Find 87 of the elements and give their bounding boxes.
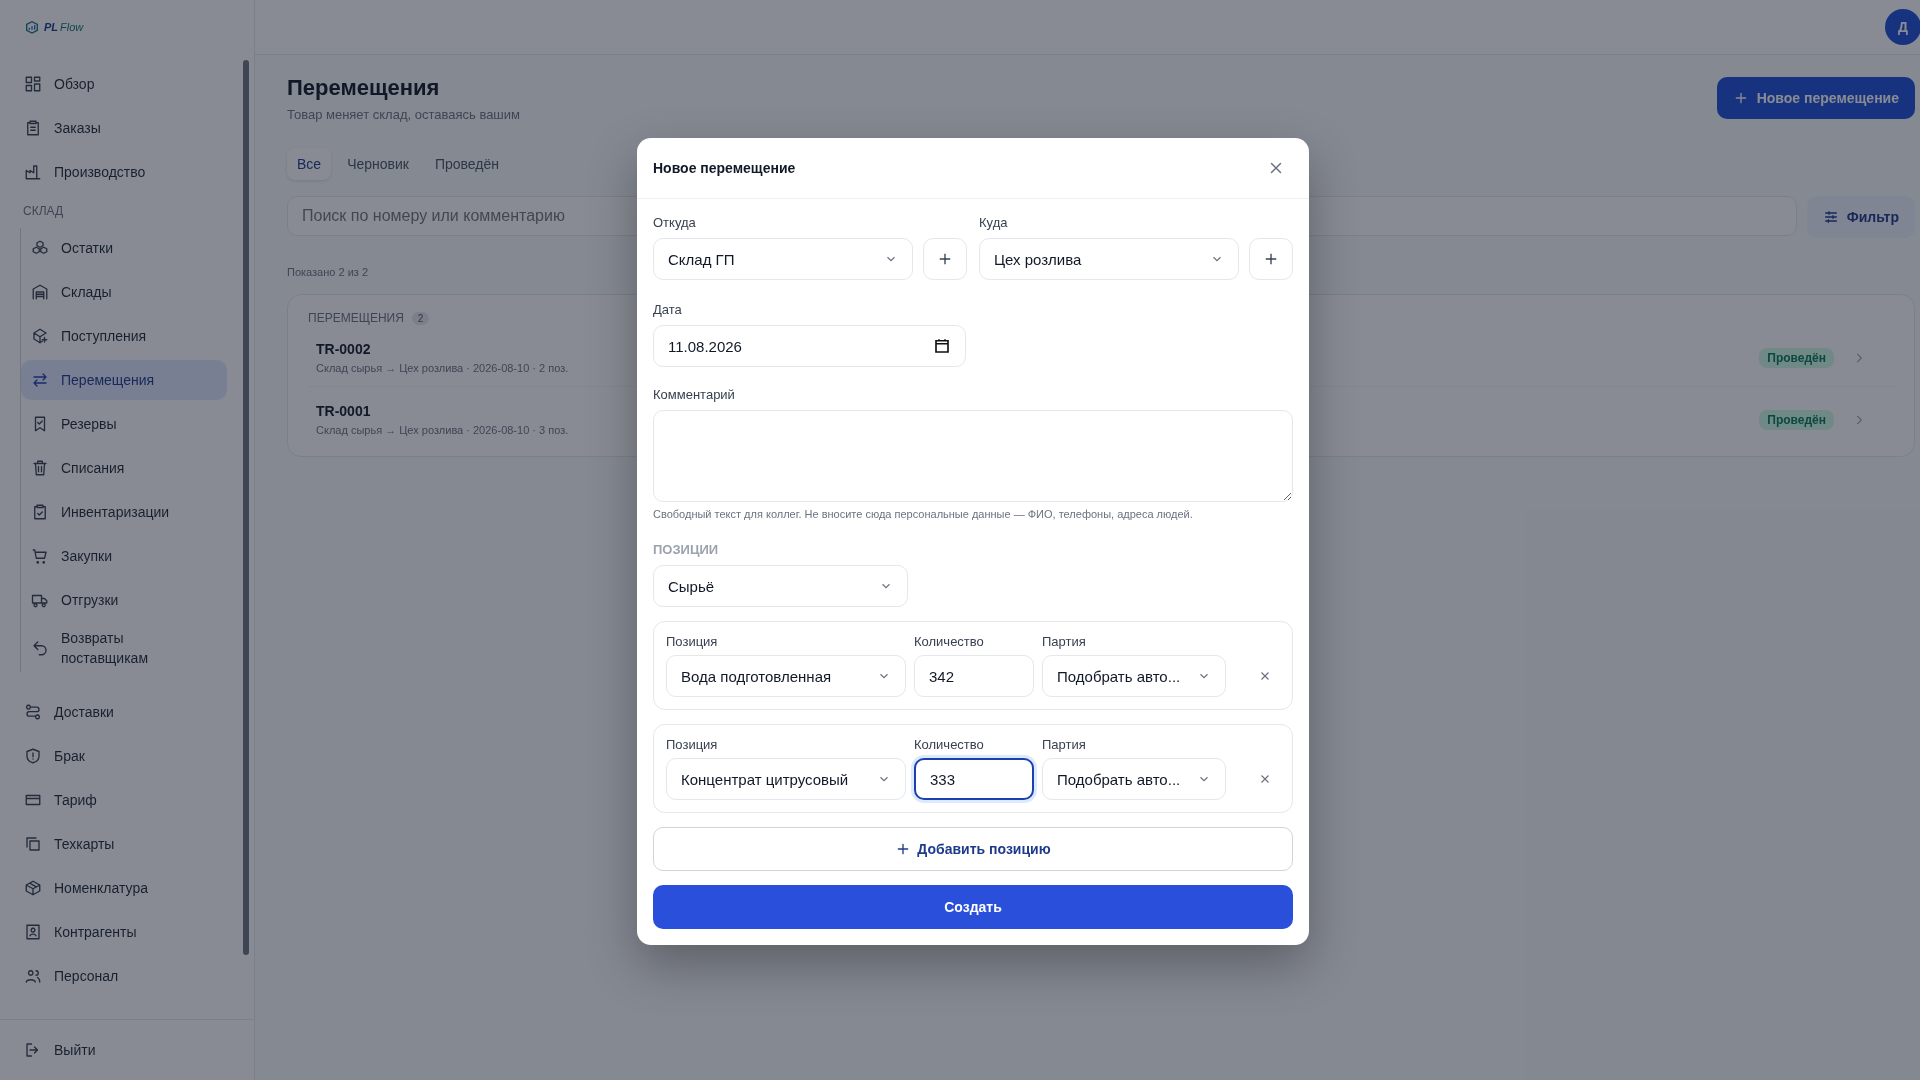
- users-icon: [24, 967, 42, 985]
- sidebar-item[interactable]: Склады: [21, 272, 227, 312]
- comment-field[interactable]: [653, 410, 1293, 502]
- field-label: Количество: [914, 737, 985, 752]
- sidebar-item[interactable]: Контрагенты: [20, 912, 206, 952]
- clipboard-check-icon: [31, 503, 49, 521]
- batch-select[interactable]: Подобрать авто...: [1042, 758, 1226, 800]
- sidebar-item[interactable]: Номенклатура: [20, 868, 206, 908]
- transfer-number: TR-0001: [316, 403, 371, 419]
- date-field[interactable]: 11.08.2026: [653, 325, 966, 367]
- quantity-field[interactable]: 333: [914, 758, 1034, 800]
- sidebar-item[interactable]: Обзор: [20, 64, 206, 104]
- create-button[interactable]: Создать: [653, 885, 1293, 929]
- sidebar-item[interactable]: Тариф: [20, 780, 206, 820]
- quantity-field[interactable]: 342: [914, 655, 1034, 697]
- category-select[interactable]: Сырьё: [653, 565, 908, 607]
- new-transfer-button[interactable]: Новое перемещение: [1716, 77, 1915, 119]
- field-label: Партия: [1042, 634, 1087, 649]
- field-label: Дата: [653, 302, 683, 317]
- logout-item[interactable]: Выйти: [20, 1030, 206, 1070]
- route-icon: [24, 703, 42, 721]
- field-label: Откуда: [653, 215, 697, 230]
- shield-icon: [24, 747, 42, 765]
- page-title: Перемещения: [287, 75, 441, 101]
- sidebar-item[interactable]: Производство: [20, 152, 206, 192]
- avatar[interactable]: Д: [1885, 9, 1920, 45]
- result-count: Показано 2 из 2: [287, 266, 369, 278]
- warehouse-icon: [31, 283, 49, 301]
- sidebar-item[interactable]: Резервы: [21, 404, 227, 444]
- position-select[interactable]: Вода подготовленная: [666, 655, 906, 697]
- field-label: Количество: [914, 634, 985, 649]
- add-position-button[interactable]: Добавить позицию: [653, 827, 1293, 871]
- field-label: Куда: [979, 215, 1009, 230]
- batch-select[interactable]: Подобрать авто...: [1042, 655, 1226, 697]
- cart-icon: [31, 547, 49, 565]
- sidebar-item[interactable]: Возвраты поставщикам: [21, 624, 227, 672]
- sidebar-item[interactable]: Отгрузки: [21, 580, 227, 620]
- field-hint: Свободный текст для коллег. Не вносите сюда персональные данные — ФИО, телефоны, адреса людей.: [653, 508, 1194, 520]
- position-select[interactable]: Концентрат цитрусовый: [666, 758, 906, 800]
- sliders-icon: [1822, 209, 1839, 225]
- cubes-icon: [31, 239, 49, 257]
- page-subtitle: Товар меняет склад, оставаясь вашим: [287, 107, 520, 122]
- logo-icon: [24, 19, 40, 35]
- transfer-details: Склад сырья → Цех розлива · 2026-08-10 · 3 поз.: [316, 424, 569, 436]
- logo[interactable]: PL Flow: [0, 0, 254, 54]
- section-title: СКЛАД: [23, 203, 65, 220]
- tab[interactable]: Все: [287, 148, 332, 180]
- sidebar-item[interactable]: Остатки: [21, 228, 227, 268]
- scrollbar[interactable]: [243, 60, 249, 955]
- box-icon: [31, 327, 49, 345]
- undo-icon: [31, 639, 49, 657]
- arrows-icon: [31, 371, 49, 389]
- sidebar-item[interactable]: Инвентаризации: [21, 492, 227, 532]
- sidebar-item[interactable]: Техкарты: [20, 824, 206, 864]
- tab[interactable]: Черновик: [337, 148, 419, 180]
- sidebar-item[interactable]: Закупки: [21, 536, 227, 576]
- sidebar-item[interactable]: Брак: [20, 736, 206, 776]
- sidebar-item[interactable]: Поступления: [21, 316, 227, 356]
- field-label: Позиция: [666, 634, 719, 649]
- trash-icon: [31, 459, 49, 477]
- clipboard-icon: [24, 119, 42, 137]
- contact-icon: [24, 923, 42, 941]
- sidebar-item[interactable]: Заказы: [20, 108, 206, 148]
- count-badge: 2: [411, 311, 430, 325]
- field-label: Комментарий: [653, 387, 736, 402]
- dialog-title: Новое перемещение: [653, 160, 796, 176]
- section-title: ПОЗИЦИИ: [653, 542, 720, 557]
- factory-icon: [24, 163, 42, 181]
- field-label: Позиция: [666, 737, 719, 752]
- field-label: Партия: [1042, 737, 1087, 752]
- sidebar-item[interactable]: Доставки: [20, 692, 206, 732]
- copy-icon: [24, 835, 42, 853]
- list-heading: ПЕРЕМЕЩЕНИЯ: [308, 311, 404, 325]
- transfer-number: TR-0002: [316, 341, 371, 357]
- sidebar-item[interactable]: Перемещения: [21, 360, 227, 400]
- sidebar-item[interactable]: Персонал: [20, 956, 206, 996]
- status-badge: Проведён: [1759, 409, 1834, 430]
- select-field[interactable]: Цех розлива: [979, 238, 1239, 280]
- status-badge: Проведён: [1759, 347, 1834, 368]
- tab[interactable]: Проведён: [424, 148, 510, 180]
- filter-button[interactable]: Фильтр: [1806, 196, 1915, 238]
- calendar-icon[interactable]: [933, 337, 951, 355]
- sidebar-item[interactable]: Списания: [21, 448, 227, 488]
- select-field[interactable]: Склад ГП: [653, 238, 913, 280]
- grid-icon: [24, 75, 42, 93]
- package-icon: [24, 879, 42, 897]
- transfer-details: Склад сырья → Цех розлива · 2026-08-10 · 2 поз.: [316, 362, 569, 374]
